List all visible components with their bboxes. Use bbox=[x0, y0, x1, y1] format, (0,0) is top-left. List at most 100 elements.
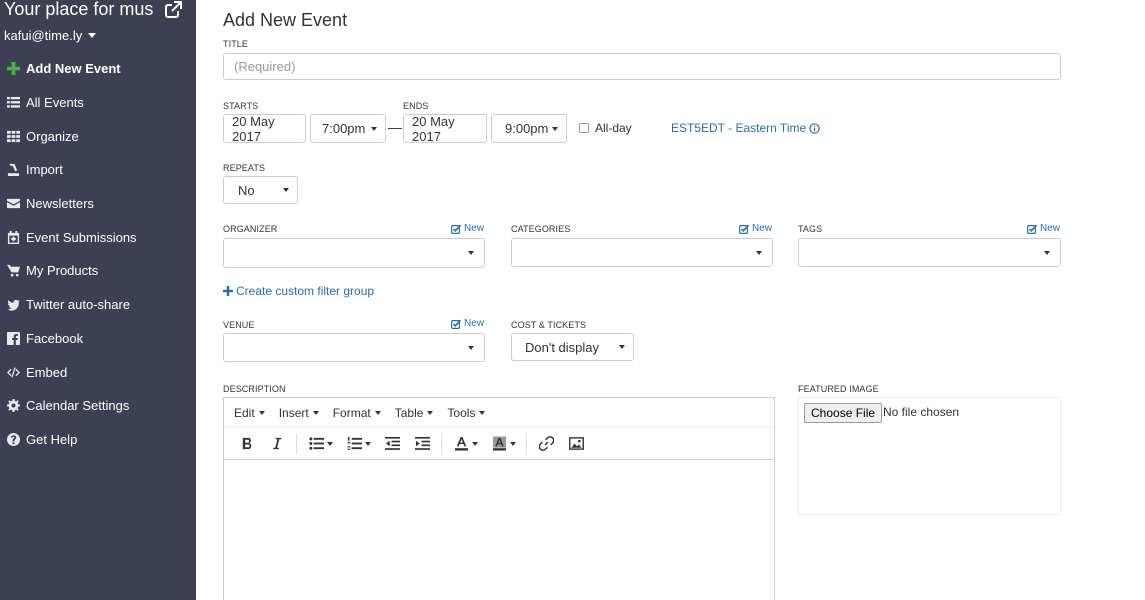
end-date-value: 20 May 2017 bbox=[412, 113, 455, 144]
venue-label: VENUE bbox=[223, 320, 255, 330]
menu-table[interactable]: Table bbox=[390, 406, 443, 420]
tags-new-link[interactable]: New bbox=[1027, 223, 1060, 234]
sidebar: Your place for mus kafui@time.ly Add New… bbox=[0, 0, 196, 600]
external-link-icon[interactable] bbox=[164, 1, 182, 19]
sidebar-item-add-new-event[interactable]: Add New Event bbox=[0, 52, 196, 86]
bullet-list-dropdown[interactable] bbox=[327, 441, 333, 446]
chevron-down-icon bbox=[1044, 250, 1050, 255]
venue-select[interactable] bbox=[223, 333, 485, 362]
end-time-dropdown[interactable]: 9:00pm bbox=[491, 114, 567, 143]
site-title[interactable]: Your place for mus bbox=[4, 0, 154, 22]
create-filter-group-link[interactable]: Create custom filter group bbox=[223, 284, 374, 298]
edit-icon bbox=[451, 319, 461, 329]
bullet-list-icon bbox=[308, 437, 324, 450]
sidebar-nav: Add New Event All Events Organize Import… bbox=[0, 52, 196, 456]
sidebar-item-import[interactable]: Import bbox=[0, 153, 196, 187]
chevron-down-icon bbox=[468, 345, 474, 350]
venue-new-link[interactable]: New bbox=[451, 318, 484, 329]
menu-label: Format bbox=[332, 405, 371, 420]
chevron-down-icon bbox=[283, 188, 289, 192]
toolbar-separator bbox=[441, 433, 442, 454]
chevron-down-icon bbox=[619, 345, 625, 349]
date-range-dash: — bbox=[388, 119, 402, 135]
menu-tools[interactable]: Tools bbox=[442, 406, 494, 420]
repeats-value: No bbox=[238, 182, 255, 198]
outdent-button[interactable] bbox=[377, 431, 407, 457]
start-time-dropdown[interactable]: 7:00pm bbox=[310, 114, 386, 143]
chevron-down-icon bbox=[468, 251, 474, 255]
chevron-down-icon bbox=[371, 126, 377, 131]
edit-icon bbox=[1027, 224, 1037, 234]
organizer-select[interactable] bbox=[223, 238, 485, 268]
sidebar-item-organize[interactable]: Organize bbox=[0, 119, 196, 153]
timezone-link[interactable]: EST5EDT - Eastern Time bbox=[671, 121, 820, 135]
sidebar-item-label: Calendar Settings bbox=[26, 398, 130, 414]
end-time-value: 9:00pm bbox=[505, 121, 549, 136]
outdent-icon bbox=[384, 436, 400, 450]
text-color-icon bbox=[454, 436, 468, 451]
sidebar-item-label: Facebook bbox=[26, 330, 84, 346]
categories-select[interactable] bbox=[511, 238, 773, 267]
text-color-dropdown[interactable] bbox=[472, 441, 478, 446]
cost-select[interactable]: Don't display bbox=[511, 333, 634, 361]
sidebar-item-calendar-settings[interactable]: Calendar Settings bbox=[0, 389, 196, 423]
insert-link-button[interactable] bbox=[531, 431, 561, 457]
categories-new-link[interactable]: New bbox=[739, 223, 772, 234]
main-content: Add New Event TITLE (Required) STARTS 20… bbox=[196, 0, 1145, 600]
description-editor: Edit Insert Format Table Tools bbox=[223, 397, 775, 600]
sidebar-item-all-events[interactable]: All Events bbox=[0, 86, 196, 120]
tags-label: TAGS bbox=[798, 224, 823, 234]
background-color-dropdown[interactable] bbox=[510, 441, 516, 446]
menu-label: Insert bbox=[278, 405, 309, 420]
no-file-chosen-text: No file chosen bbox=[883, 405, 960, 419]
title-placeholder: (Required) bbox=[234, 59, 296, 74]
user-email: kafui@time.ly bbox=[4, 28, 83, 43]
italic-button[interactable] bbox=[262, 431, 292, 457]
organizer-new-link[interactable]: New bbox=[451, 223, 484, 234]
new-label: New bbox=[464, 223, 485, 234]
repeats-select[interactable]: No bbox=[223, 176, 298, 204]
list-icon bbox=[6, 96, 20, 110]
timezone-value: EST5EDT - Eastern Time bbox=[671, 121, 807, 135]
start-time-value: 7:00pm bbox=[322, 121, 366, 136]
bold-button[interactable] bbox=[232, 431, 262, 457]
numbered-list-dropdown[interactable] bbox=[365, 441, 371, 446]
sidebar-item-label: Embed bbox=[26, 364, 68, 380]
featured-image-box: Choose File No file chosen bbox=[798, 397, 1061, 515]
sidebar-item-label: Get Help bbox=[26, 431, 78, 447]
menu-label: Edit bbox=[234, 405, 255, 420]
user-menu[interactable]: kafui@time.ly bbox=[4, 28, 97, 43]
editor-menubar: Edit Insert Format Table Tools bbox=[224, 398, 774, 428]
sidebar-item-twitter-auto-share[interactable]: Twitter auto-share bbox=[0, 288, 196, 322]
menu-format[interactable]: Format bbox=[328, 406, 390, 420]
sidebar-item-label: All Events bbox=[26, 95, 84, 111]
start-date-input[interactable]: 20 May 2017 bbox=[223, 114, 306, 144]
sidebar-item-my-products[interactable]: My Products bbox=[0, 254, 196, 288]
menu-edit[interactable]: Edit bbox=[229, 406, 274, 420]
sidebar-item-facebook[interactable]: Facebook bbox=[0, 322, 196, 356]
choose-file-button[interactable]: Choose File bbox=[804, 403, 883, 423]
sidebar-item-event-submissions[interactable]: Event Submissions bbox=[0, 220, 196, 254]
menu-insert[interactable]: Insert bbox=[274, 406, 328, 420]
insert-image-button[interactable] bbox=[561, 431, 591, 457]
plus-icon bbox=[6, 62, 20, 76]
italic-icon bbox=[272, 437, 281, 450]
end-date-input[interactable]: 20 May 2017 bbox=[403, 113, 487, 144]
tags-select[interactable] bbox=[798, 238, 1061, 267]
allday-checkbox[interactable] bbox=[579, 123, 589, 133]
cart-icon bbox=[6, 264, 20, 278]
menu-label: Tools bbox=[447, 405, 476, 420]
image-icon bbox=[568, 437, 584, 450]
new-label: New bbox=[464, 318, 485, 329]
title-input[interactable]: (Required) bbox=[223, 53, 1061, 80]
sidebar-item-label: Add New Event bbox=[26, 61, 121, 77]
sidebar-item-embed[interactable]: Embed bbox=[0, 355, 196, 389]
envelope-icon bbox=[6, 197, 20, 211]
twitter-icon bbox=[6, 298, 20, 312]
info-icon bbox=[809, 122, 820, 134]
numbered-list-icon bbox=[346, 436, 362, 450]
indent-button[interactable] bbox=[407, 431, 437, 457]
sidebar-item-get-help[interactable]: Get Help bbox=[0, 423, 196, 457]
sidebar-item-newsletters[interactable]: Newsletters bbox=[0, 187, 196, 221]
facebook-icon bbox=[6, 331, 20, 345]
